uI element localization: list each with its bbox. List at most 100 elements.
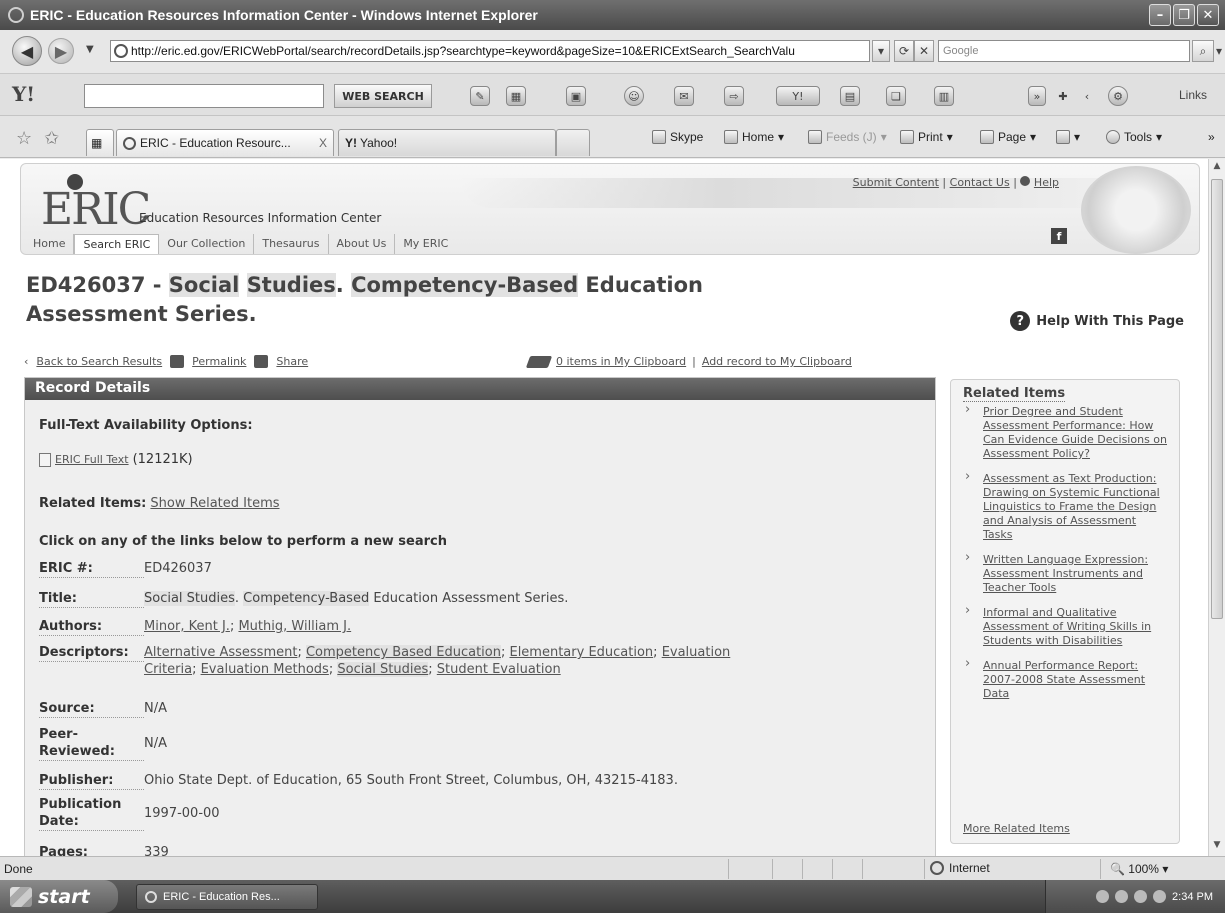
tray-icon[interactable]: [1153, 890, 1167, 903]
permalink-link[interactable]: Permalink: [192, 355, 246, 368]
url-dropdown-icon[interactable]: ▾: [872, 40, 890, 62]
web-search-button[interactable]: WEB SEARCH: [334, 84, 432, 108]
refresh-icon[interactable]: ⟳: [894, 40, 914, 62]
feeds-button[interactable]: Feeds (J) ▾: [808, 130, 887, 144]
facebook-icon[interactable]: f: [1051, 228, 1067, 244]
toolbar-smiley-icon[interactable]: ☺: [624, 86, 644, 106]
author-link[interactable]: Muthig, William J.: [238, 619, 351, 634]
nav-thesaurus[interactable]: Thesaurus: [254, 234, 329, 254]
eric-page: ERIC Education Resources Information Cen…: [18, 159, 1204, 856]
field-eric-number: ERIC #: ED426037: [39, 561, 212, 578]
descriptor-link[interactable]: Evaluation Methods: [201, 662, 329, 677]
nav-about-us[interactable]: About Us: [329, 234, 396, 254]
status-text: Done: [4, 862, 33, 876]
nav-home[interactable]: Home: [25, 234, 75, 254]
page-menu-button[interactable]: Page ▾: [980, 130, 1036, 144]
toolbar-settings-icon[interactable]: ⚙: [1108, 86, 1128, 106]
toolbar-mail-icon[interactable]: ✉: [674, 86, 694, 106]
toolbar-chevron-icon[interactable]: ‹: [1080, 86, 1094, 106]
vertical-scrollbar[interactable]: ▲ ▼: [1208, 159, 1225, 856]
descriptor-link[interactable]: Competency Based Education: [305, 645, 501, 660]
descriptor-link[interactable]: Criteria: [144, 662, 192, 677]
eric-full-text-link[interactable]: ERIC Full Text: [55, 453, 129, 466]
safety-button[interactable]: ▾: [1056, 130, 1080, 144]
back-button[interactable]: ◀: [12, 36, 42, 66]
descriptor-link[interactable]: Student Evaluation: [437, 662, 561, 677]
descriptor-link[interactable]: Alternative Assessment: [144, 645, 297, 660]
tools-menu-button[interactable]: Tools ▾: [1106, 130, 1162, 144]
quick-tabs-button[interactable]: ▦: [86, 129, 114, 156]
related-item: Written Language Expression: Assessment …: [963, 551, 1169, 595]
search-icon[interactable]: ⌕: [1192, 40, 1214, 62]
minimize-button[interactable]: –: [1149, 4, 1171, 26]
stop-icon[interactable]: ✕: [914, 40, 934, 62]
favorites-star-icon[interactable]: ☆: [16, 128, 32, 149]
toolbar-plus-icon[interactable]: ✚: [1054, 86, 1072, 106]
maximize-button[interactable]: ❐: [1173, 4, 1195, 26]
commands-expand-icon[interactable]: »: [1208, 130, 1215, 144]
descriptor-link[interactable]: Evaluation: [662, 645, 731, 660]
author-link[interactable]: Minor, Kent J.: [144, 619, 230, 634]
search-options-icon[interactable]: ▾: [1214, 40, 1224, 62]
help-with-this-page[interactable]: ? Help With This Page: [1010, 311, 1184, 331]
more-related-items-link[interactable]: More Related Items: [963, 822, 1070, 835]
back-chevron-icon: ‹: [24, 355, 29, 368]
new-tab-button[interactable]: [556, 129, 590, 156]
nav-our-collection[interactable]: Our Collection: [159, 234, 255, 254]
help-icon: [1020, 176, 1031, 186]
scroll-up-icon[interactable]: ▲: [1211, 161, 1223, 175]
show-related-items-link[interactable]: Show Related Items: [150, 496, 279, 511]
start-button[interactable]: start: [0, 880, 118, 913]
add-to-clipboard-link[interactable]: Add record to My Clipboard: [702, 355, 852, 368]
toolbar-pencil-icon[interactable]: ✎: [470, 86, 490, 106]
gear-icon: [1106, 130, 1120, 144]
toolbar-save-icon[interactable]: ▥: [934, 86, 954, 106]
zoom-level[interactable]: 🔍 100% ▾: [1110, 862, 1168, 876]
forward-button[interactable]: ▶: [48, 38, 74, 64]
nav-search-eric[interactable]: Search ERIC: [74, 234, 160, 254]
history-dropdown-icon[interactable]: ▼: [86, 44, 94, 55]
eric-logo[interactable]: ERIC: [41, 184, 151, 235]
toolbar-window-icon[interactable]: ▣: [566, 86, 586, 106]
tray-icon[interactable]: [1115, 890, 1129, 903]
feeds-icon: [808, 130, 822, 144]
toolbar-yahoo-icon[interactable]: Y!: [776, 86, 820, 106]
clipboard-count-link[interactable]: 0 items in My Clipboard: [556, 355, 686, 368]
home-button[interactable]: Home ▾: [724, 130, 784, 144]
scroll-down-icon[interactable]: ▼: [1211, 840, 1223, 854]
tray-icon[interactable]: [1134, 890, 1148, 903]
address-bar: ◀ ▶ ▼ http://eric.ed.gov/ERICWebPortal/s…: [0, 30, 1225, 74]
yahoo-tab-icon: Y!: [345, 136, 357, 150]
descriptor-link[interactable]: Elementary Education: [509, 645, 653, 660]
url-field[interactable]: http://eric.ed.gov/ERICWebPortal/search/…: [110, 40, 870, 62]
yahoo-toolbar: Y! WEB SEARCH ✎ ▦ ▣ ☺ ✉ ⇨ Y! ▤ ❏ ▥ » ✚ ‹…: [0, 74, 1225, 116]
tab-close-icon[interactable]: X: [319, 136, 327, 150]
toolbar-bookmark-icon[interactable]: ❏: [886, 86, 906, 106]
tray-icon[interactable]: [1096, 890, 1110, 903]
record-subnav: ‹ Back to Search Results Permalink Share: [24, 355, 308, 368]
share-link[interactable]: Share: [276, 355, 308, 368]
descriptor-link[interactable]: Social Studies: [337, 662, 429, 677]
nav-my-eric[interactable]: My ERIC: [395, 234, 456, 254]
page-icon: [114, 44, 128, 58]
toolbar-share-icon[interactable]: ⇨: [724, 86, 744, 106]
toolbar-grid-icon[interactable]: ▦: [506, 86, 526, 106]
yahoo-search-input[interactable]: [84, 84, 324, 108]
help-link[interactable]: Help: [1034, 176, 1059, 189]
back-to-results-link[interactable]: Back to Search Results: [36, 355, 162, 368]
close-button[interactable]: ✕: [1197, 4, 1219, 26]
tab-eric[interactable]: ERIC - Education Resourc... X: [116, 129, 334, 156]
links-label[interactable]: Links: [1179, 88, 1207, 102]
contact-us-link[interactable]: Contact Us: [950, 176, 1010, 189]
submit-content-link[interactable]: Submit Content: [853, 176, 939, 189]
yahoo-logo[interactable]: Y!: [12, 82, 35, 106]
toolbar-calendar-icon[interactable]: ▤: [840, 86, 860, 106]
print-button[interactable]: Print ▾: [900, 130, 953, 144]
skype-button[interactable]: Skype: [652, 130, 703, 144]
taskbar-ie-item[interactable]: ERIC - Education Res...: [136, 884, 318, 910]
search-input[interactable]: Google: [938, 40, 1190, 62]
scroll-thumb[interactable]: [1211, 179, 1223, 619]
toolbar-expand-icon[interactable]: »: [1028, 86, 1046, 106]
add-favorites-icon[interactable]: ✩: [44, 128, 59, 149]
tab-yahoo[interactable]: Y! Yahoo!: [338, 129, 556, 156]
